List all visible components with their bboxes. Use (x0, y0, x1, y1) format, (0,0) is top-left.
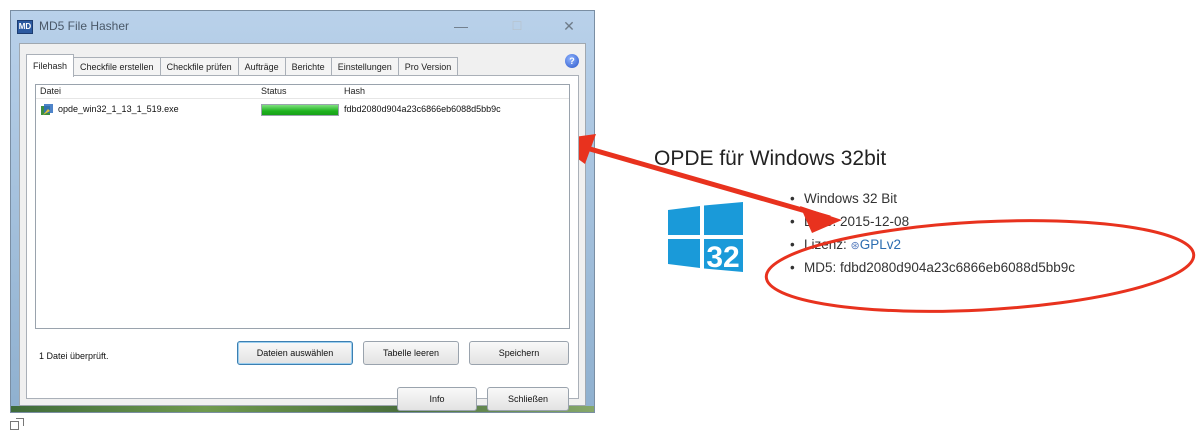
tab-pro-version[interactable]: Pro Version (397, 57, 459, 76)
list-item-date: Date: 2015-12-08 (790, 210, 1075, 233)
column-header-status[interactable]: Status (261, 86, 287, 96)
window-client-area: Filehash Checkfile erstellen Checkfile p… (19, 43, 586, 411)
list-item-platform: Windows 32 Bit (790, 187, 1075, 210)
tab-einstellungen[interactable]: Einstellungen (330, 57, 399, 76)
tab-filehash[interactable]: Filehash (26, 54, 75, 77)
tab-auftraege[interactable]: Aufträge (237, 57, 286, 76)
exe-file-icon (41, 104, 53, 115)
column-header-hash[interactable]: Hash (344, 86, 365, 96)
status-text: 1 Datei überprüft. (39, 351, 109, 361)
info-button[interactable]: Info (397, 387, 477, 411)
tab-checkfile-erstellen[interactable]: Checkfile erstellen (73, 57, 161, 76)
tab-strip: Filehash Checkfile erstellen Checkfile p… (26, 54, 459, 77)
close-button[interactable]: Schließen (487, 387, 569, 411)
gnu-icon: ⊛ (850, 240, 860, 252)
enlarge-icon[interactable] (10, 418, 24, 430)
column-header-datei[interactable]: Datei (40, 86, 61, 96)
table-row[interactable]: opde_win32_1_13_1_519.exe fdbd2080d904a2… (36, 101, 569, 119)
filehash-panel: Datei Status Hash opde_win32_1_13_1_519.… (26, 75, 579, 411)
row-file-name: opde_win32_1_13_1_519.exe (58, 104, 179, 114)
header-divider (36, 98, 569, 99)
date-text: Date: 2015-12-08 (804, 214, 910, 229)
windows-32-logo: 32 (668, 202, 743, 272)
md5-text: MD5: fdbd2080d904a23c6866eb6088d5bb9c (804, 260, 1075, 275)
select-files-button[interactable]: Dateien auswählen (237, 341, 353, 365)
close-window-button[interactable]: ✕ (559, 17, 579, 35)
tab-berichte[interactable]: Berichte (284, 57, 332, 76)
clear-table-button[interactable]: Tabelle leeren (363, 341, 459, 365)
row-hash: fdbd2080d904a23c6866eb6088d5bb9c (344, 104, 501, 114)
logo-text: 32 (706, 241, 739, 272)
help-icon[interactable]: ? (565, 54, 579, 68)
app-icon: MD (17, 20, 33, 34)
maximize-button[interactable]: ☐ (507, 17, 527, 35)
download-info-section: OPDE für Windows 32bit 32 Windows 32 Bit… (600, 0, 1197, 433)
row-status-progress (261, 104, 339, 116)
license-link[interactable]: GPLv2 (860, 237, 901, 252)
md5-file-hasher-window: MD MD5 File Hasher — ☐ ✕ Filehash Checkf… (10, 10, 595, 413)
window-title: MD5 File Hasher (39, 19, 130, 33)
file-list[interactable]: Datei Status Hash opde_win32_1_13_1_519.… (35, 84, 570, 329)
license-label: Lizenz: (804, 237, 851, 252)
title-bar[interactable]: MD MD5 File Hasher — ☐ ✕ (11, 11, 594, 43)
progress-fill (262, 105, 338, 115)
list-item-md5: MD5: fdbd2080d904a23c6866eb6088d5bb9c (790, 256, 1075, 279)
save-button[interactable]: Speichern (469, 341, 569, 365)
tab-checkfile-pruefen[interactable]: Checkfile prüfen (159, 57, 239, 76)
page-heading: OPDE für Windows 32bit (654, 147, 887, 170)
list-item-license: Lizenz: ⊛GPLv2 (790, 233, 1075, 256)
minimize-button[interactable]: — (451, 17, 471, 35)
download-details-list: Windows 32 Bit Date: 2015-12-08 Lizenz: … (790, 187, 1075, 279)
platform-text: Windows 32 Bit (804, 191, 898, 206)
